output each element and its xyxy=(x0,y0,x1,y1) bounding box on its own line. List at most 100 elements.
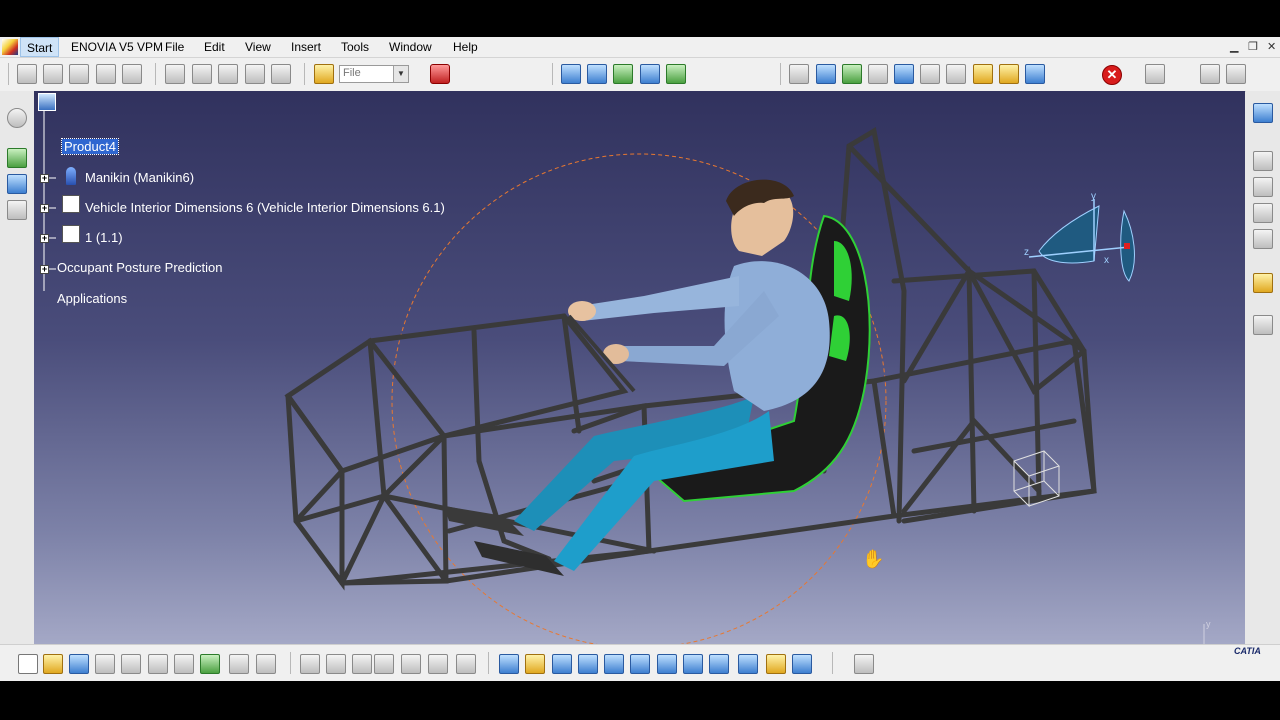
save-icon[interactable] xyxy=(69,654,89,674)
cut-icon[interactable] xyxy=(121,654,141,674)
expand-icon[interactable]: + xyxy=(40,265,49,274)
document-icon[interactable] xyxy=(62,195,80,213)
swap-visible-space-icon[interactable] xyxy=(792,654,812,674)
menu-insert[interactable]: Insert xyxy=(291,40,321,54)
constraint-icon[interactable] xyxy=(7,148,27,168)
fly-mode-icon[interactable] xyxy=(499,654,519,674)
manage-representations-icon[interactable] xyxy=(271,64,291,84)
existing-component-icon[interactable] xyxy=(122,64,142,84)
paste-icon[interactable] xyxy=(174,654,194,674)
new-part-icon[interactable] xyxy=(96,64,116,84)
snap-icon[interactable] xyxy=(7,174,27,194)
posture-prediction-icon[interactable] xyxy=(816,64,836,84)
copy-icon[interactable] xyxy=(148,654,168,674)
document-icon[interactable] xyxy=(62,225,80,243)
clash-icon[interactable] xyxy=(1200,64,1220,84)
graph-icon[interactable] xyxy=(401,654,421,674)
expand-icon[interactable]: + xyxy=(40,204,49,213)
flip-icon[interactable] xyxy=(894,64,914,84)
tree-item-root[interactable]: Product4 xyxy=(60,138,120,155)
print-icon[interactable] xyxy=(95,654,115,674)
rotate-icon[interactable] xyxy=(578,654,598,674)
redo-icon[interactable] xyxy=(229,654,249,674)
design-table-icon[interactable] xyxy=(352,654,372,674)
menu-file[interactable]: File xyxy=(165,40,184,54)
new-document-icon[interactable] xyxy=(18,654,38,674)
expand-icon[interactable]: + xyxy=(40,174,49,183)
new-product-icon[interactable] xyxy=(69,64,89,84)
tree-item-vehicle-interior[interactable]: Vehicle Interior Dimensions 6 (Vehicle I… xyxy=(85,200,445,215)
zoom-in-icon[interactable] xyxy=(604,654,624,674)
generate-numbering-icon[interactable] xyxy=(218,64,238,84)
catalog-icon[interactable] xyxy=(1253,177,1273,197)
close-x-icon[interactable]: ✕ xyxy=(1102,65,1122,85)
vision-window-icon[interactable] xyxy=(666,64,686,84)
bubble-icon[interactable] xyxy=(973,64,993,84)
manikin-posture-icon[interactable] xyxy=(561,64,581,84)
reach-envelope-icon[interactable] xyxy=(640,64,660,84)
anthropometry-icon[interactable] xyxy=(868,64,888,84)
normal-view-icon[interactable] xyxy=(657,654,677,674)
menu-window[interactable]: Window xyxy=(389,40,432,54)
hide-show-icon[interactable] xyxy=(766,654,786,674)
inverse-kinematics-icon[interactable] xyxy=(613,64,633,84)
distance-icon[interactable] xyxy=(7,200,27,220)
vehicle-interior-icon[interactable] xyxy=(789,64,809,84)
product-structure-icon[interactable] xyxy=(17,64,37,84)
menu-enovia[interactable]: ENOVIA V5 VPM xyxy=(71,40,163,54)
menu-start[interactable]: Start xyxy=(20,37,60,57)
people-icon[interactable] xyxy=(1145,64,1165,84)
3d-viewport[interactable]: y z x y z x xyxy=(34,91,1245,644)
forward-kinematics-icon[interactable] xyxy=(587,64,607,84)
table-icon[interactable] xyxy=(374,654,394,674)
tree-item-1[interactable]: 1 (1.1) xyxy=(85,230,123,245)
product-icon[interactable] xyxy=(38,93,56,111)
hierarchy-icon[interactable] xyxy=(456,654,476,674)
grid-layout-icon[interactable] xyxy=(946,64,966,84)
tree-item-occupant-posture[interactable]: Occupant Posture Prediction xyxy=(57,260,222,275)
manikin-icon[interactable] xyxy=(66,167,76,185)
undo-icon[interactable] xyxy=(200,654,220,674)
shading-icon[interactable] xyxy=(738,654,758,674)
menu-help[interactable]: Help xyxy=(453,40,478,54)
restore-icon[interactable]: ❐ xyxy=(1248,40,1258,53)
isometric-view-icon[interactable] xyxy=(709,654,729,674)
expand-icon[interactable]: + xyxy=(40,234,49,243)
selective-load-icon[interactable] xyxy=(245,64,265,84)
graph-tree-reorder-icon[interactable] xyxy=(192,64,212,84)
knowledge-icon[interactable] xyxy=(326,654,346,674)
measure-icon[interactable] xyxy=(1226,64,1246,84)
zoom-out-icon[interactable] xyxy=(630,654,650,674)
new-component-icon[interactable] xyxy=(43,64,63,84)
formula-icon[interactable] xyxy=(300,654,320,674)
catalog-icon[interactable] xyxy=(428,654,448,674)
catia-app-icon[interactable] xyxy=(2,39,18,55)
menu-view[interactable]: View xyxy=(245,40,271,54)
replace-component-icon[interactable] xyxy=(165,64,185,84)
hat-icon[interactable] xyxy=(999,64,1019,84)
menu-tools[interactable]: Tools xyxy=(341,40,369,54)
multi-view-icon[interactable] xyxy=(683,654,703,674)
compass-icon[interactable]: y z x xyxy=(1024,191,1135,282)
pan-icon[interactable] xyxy=(552,654,572,674)
sphere-icon[interactable] xyxy=(1025,64,1045,84)
manikin-tool-icon[interactable] xyxy=(1253,103,1273,123)
open-folder-icon[interactable] xyxy=(314,64,334,84)
minimize-icon[interactable]: ▁ xyxy=(1230,40,1238,53)
file-combo[interactable]: File ▼ xyxy=(339,65,409,83)
tree-item-applications[interactable]: Applications xyxy=(57,291,127,306)
catalog-icon[interactable] xyxy=(1253,229,1273,249)
open-icon[interactable] xyxy=(43,654,63,674)
catalog-icon[interactable] xyxy=(1253,203,1273,223)
whats-this-icon[interactable] xyxy=(256,654,276,674)
catalog-icon[interactable] xyxy=(1253,151,1273,171)
swap-icon[interactable] xyxy=(920,64,940,84)
tree-item-manikin[interactable]: Manikin (Manikin6) xyxy=(85,170,194,185)
camera-icon[interactable] xyxy=(854,654,874,674)
menu-edit[interactable]: Edit xyxy=(204,40,225,54)
chevron-down-icon[interactable]: ▼ xyxy=(393,66,408,82)
analysis-icon[interactable] xyxy=(842,64,862,84)
select-arrow-icon[interactable] xyxy=(1253,273,1273,293)
catalog-browser-icon[interactable] xyxy=(430,64,450,84)
fit-all-icon[interactable] xyxy=(525,654,545,674)
